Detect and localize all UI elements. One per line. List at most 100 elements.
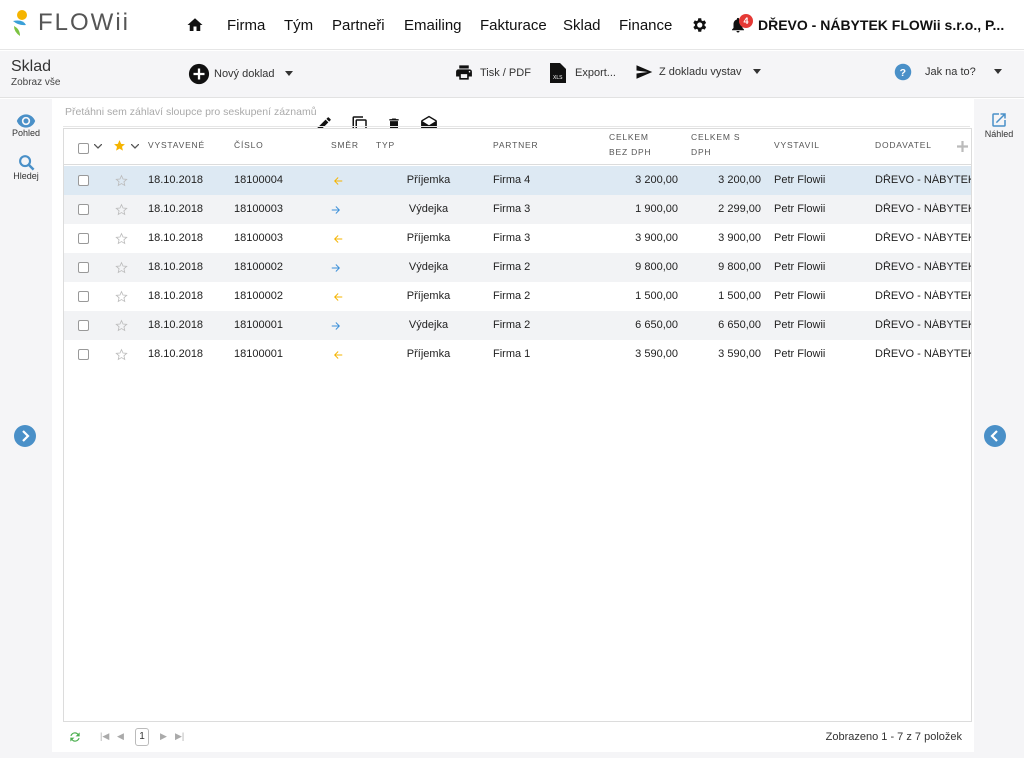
- current-page[interactable]: 1: [135, 728, 149, 746]
- chevron-down-icon[interactable]: [131, 144, 139, 150]
- export-button[interactable]: XLS Export...: [550, 63, 616, 83]
- eye-icon: [16, 114, 36, 128]
- select-all-checkbox[interactable]: [78, 143, 89, 154]
- row-checkbox[interactable]: [78, 291, 89, 302]
- brand-logo[interactable]: FLOWii: [10, 8, 130, 38]
- help-label: Jak na to?: [925, 66, 976, 78]
- cell-number: 18100003: [234, 232, 283, 244]
- refresh-icon[interactable]: [68, 730, 82, 744]
- arrow-right-icon: [331, 322, 340, 330]
- table-row[interactable]: 18.10.2018 18100002 Výdejka Firma 2 9 800,00…: [64, 253, 971, 282]
- row-checkbox[interactable]: [78, 320, 89, 331]
- col-total-vat[interactable]: CELKEM S DPH: [691, 130, 740, 160]
- expand-left-button[interactable]: [14, 425, 36, 447]
- col-partner[interactable]: PARTNER: [493, 138, 538, 153]
- cell-supplier: DŘEVO - NÁBYTEK F: [875, 290, 971, 302]
- star-outline-icon[interactable]: [115, 319, 128, 332]
- printer-icon: [456, 65, 472, 80]
- col-total-no-vat-line2: BEZ DPH: [609, 147, 652, 157]
- row-checkbox[interactable]: [78, 349, 89, 360]
- search-label: Hledej: [13, 171, 39, 181]
- search-button[interactable]: Hledej: [0, 154, 52, 181]
- home-icon[interactable]: [186, 16, 204, 34]
- caret-down-icon: [284, 71, 293, 76]
- gear-icon[interactable]: [690, 16, 708, 34]
- nav-item-finance[interactable]: Finance: [619, 17, 672, 34]
- help-circle-icon: ?: [894, 63, 912, 81]
- star-outline-icon[interactable]: [115, 261, 128, 274]
- row-checkbox[interactable]: [78, 233, 89, 244]
- nav-item-sklad[interactable]: Sklad: [563, 17, 601, 34]
- table-row[interactable]: 18.10.2018 18100001 Výdejka Firma 2 6 650,00…: [64, 311, 971, 340]
- cell-number: 18100004: [234, 174, 283, 186]
- star-outline-icon[interactable]: [115, 290, 128, 303]
- notification-badge: 4: [739, 14, 753, 28]
- plus-circle-icon: [188, 63, 210, 85]
- first-page-icon[interactable]: |◀: [100, 731, 109, 742]
- nav-item-fakturace[interactable]: Fakturace: [480, 17, 547, 34]
- cell-total: 1 500,00: [635, 290, 678, 302]
- pager-summary: Zobrazeno 1 - 7 z 7 položek: [825, 731, 962, 743]
- nav-item-emailing[interactable]: Emailing: [404, 17, 462, 34]
- chevron-down-icon[interactable]: [94, 144, 102, 150]
- table-row[interactable]: 18.10.2018 18100003 Výdejka Firma 3 1 900,00…: [64, 195, 971, 224]
- view-button[interactable]: Pohled: [0, 114, 52, 138]
- row-checkbox[interactable]: [78, 204, 89, 215]
- from-document-label: Z dokladu vystav: [659, 66, 742, 78]
- col-issued-by[interactable]: VYSTAVIL: [774, 138, 820, 153]
- cell-type: Příjemka: [406, 290, 451, 302]
- arrow-left-icon: [334, 235, 343, 243]
- table-row[interactable]: 18.10.2018 18100001 Příjemka Firma 1 3 590,0…: [64, 340, 971, 369]
- nav-item-firma[interactable]: Firma: [227, 17, 265, 34]
- star-outline-icon[interactable]: [115, 203, 128, 216]
- svg-text:?: ?: [900, 67, 906, 79]
- page-subtitle[interactable]: Zobraz vše: [11, 77, 60, 88]
- col-direction[interactable]: SMĚR: [331, 138, 359, 153]
- row-checkbox[interactable]: [78, 175, 89, 186]
- send-icon: [636, 65, 653, 79]
- cell-type: Výdejka: [408, 203, 449, 215]
- cell-issued-by: Petr Flowii: [774, 319, 826, 331]
- cell-supplier: DŘEVO - NÁBYTEK F: [875, 319, 971, 331]
- star-filled-icon[interactable]: [113, 139, 126, 152]
- col-number[interactable]: ČÍSLO: [234, 138, 264, 153]
- cell-partner: Firma 2: [493, 261, 531, 273]
- arrow-left-icon: [334, 293, 343, 301]
- star-outline-icon[interactable]: [115, 232, 128, 245]
- cell-number: 18100001: [234, 319, 283, 331]
- prev-page-icon[interactable]: ◀: [117, 731, 124, 742]
- cell-type: Výdejka: [408, 261, 449, 273]
- help-button[interactable]: ? Jak na to?: [894, 63, 1002, 81]
- cell-supplier: DŘEVO - NÁBYTEK F: [875, 261, 971, 273]
- flowii-logo-icon: [13, 10, 27, 36]
- expand-right-button[interactable]: [984, 425, 1006, 447]
- cell-date: 18.10.2018: [148, 348, 204, 360]
- cell-issued-by: Petr Flowii: [774, 290, 826, 302]
- next-page-icon[interactable]: ▶: [160, 731, 167, 742]
- col-issued[interactable]: VYSTAVENÉ: [148, 138, 205, 153]
- from-document-button[interactable]: Z dokladu vystav: [634, 63, 761, 81]
- caret-down-icon: [752, 69, 761, 74]
- company-switcher[interactable]: DŘEVO - NÁBYTEK FLOWii s.r.o., P...: [758, 17, 1004, 33]
- last-page-icon[interactable]: ▶|: [175, 731, 184, 742]
- row-checkbox[interactable]: [78, 262, 89, 273]
- nav-item-tym[interactable]: Tým: [284, 17, 313, 34]
- page-title: Sklad: [11, 58, 52, 75]
- add-column-icon[interactable]: [957, 141, 968, 152]
- preview-button[interactable]: Náhled: [974, 111, 1024, 139]
- table-row[interactable]: 18.10.2018 18100004 Příjemka Firma 4 3 200,0…: [64, 166, 971, 195]
- table-row[interactable]: 18.10.2018 18100003 Příjemka Firma 3 3 900,0…: [64, 224, 971, 253]
- cell-total: 6 650,00: [635, 319, 678, 331]
- group-by-hint[interactable]: Přetáhni sem záhlaví sloupce pro seskupe…: [65, 106, 317, 118]
- new-document-button[interactable]: Nový doklad: [188, 63, 293, 85]
- star-outline-icon[interactable]: [115, 174, 128, 187]
- print-pdf-button[interactable]: Tisk / PDF: [454, 63, 531, 82]
- chevron-left-icon: [990, 430, 998, 442]
- nav-item-partneri[interactable]: Partneři: [332, 17, 385, 34]
- col-supplier[interactable]: DODAVATEL: [875, 138, 932, 153]
- col-total-no-vat[interactable]: CELKEM BEZ DPH: [609, 130, 651, 160]
- cell-total: 9 800,00: [635, 261, 678, 273]
- col-type[interactable]: TYP: [376, 138, 395, 153]
- table-row[interactable]: 18.10.2018 18100002 Příjemka Firma 2 1 500,0…: [64, 282, 971, 311]
- star-outline-icon[interactable]: [115, 348, 128, 361]
